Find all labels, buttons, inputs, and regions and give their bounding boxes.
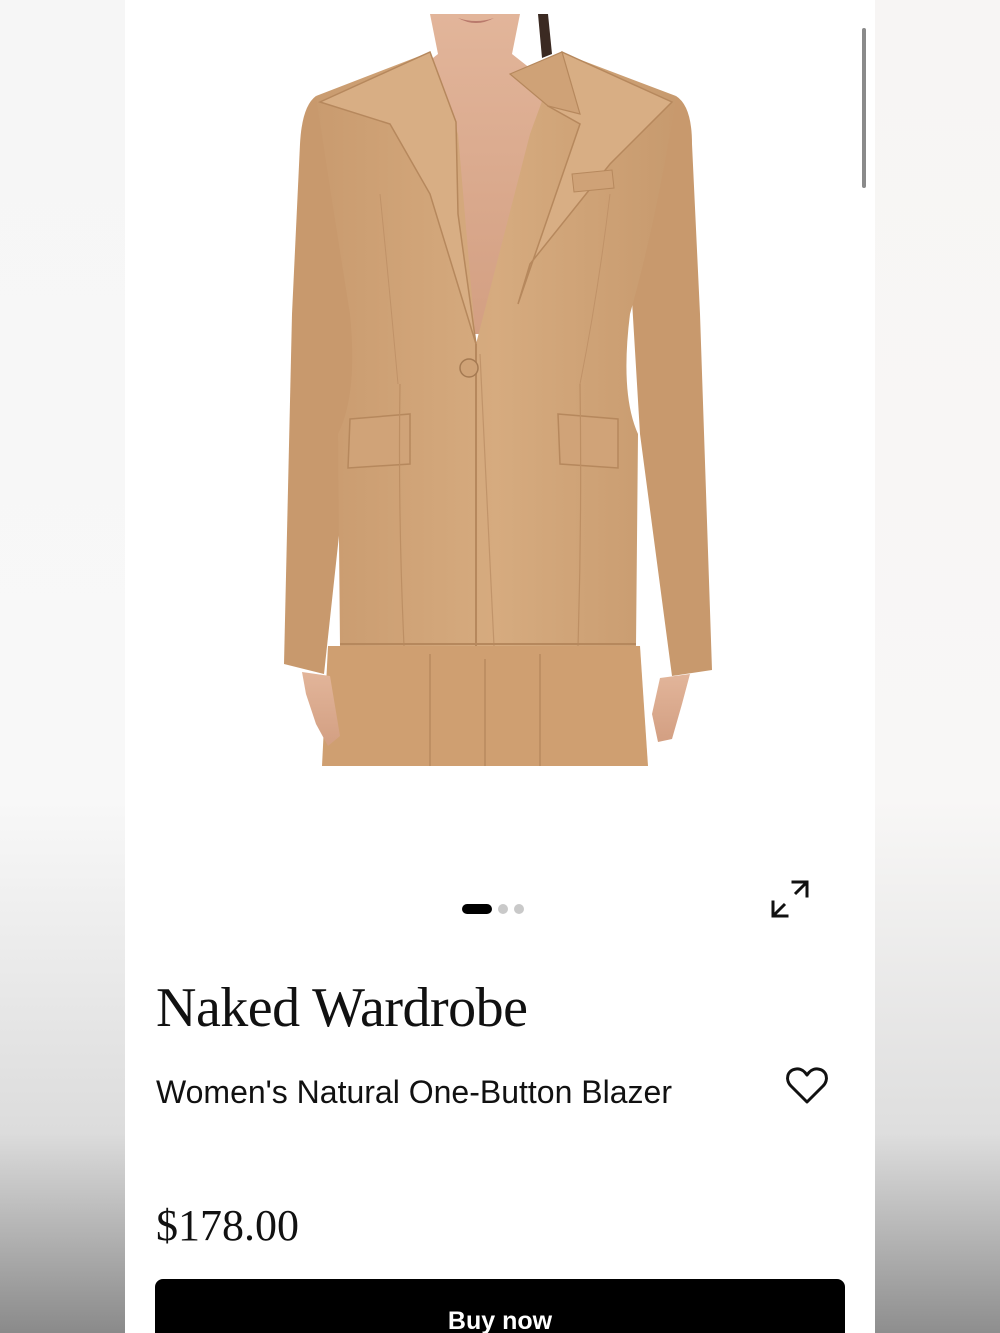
product-title: Women's Natural One-Button Blazer: [156, 1074, 672, 1110]
brand-name[interactable]: Naked Wardrobe: [156, 976, 528, 1040]
buy-now-label: Buy now: [447, 1307, 553, 1333]
carousel-dot-3[interactable]: [514, 904, 524, 914]
scrollbar[interactable]: [862, 28, 866, 188]
buy-now-button[interactable]: Buy now: [155, 1279, 845, 1333]
expand-arrows-icon[interactable]: [767, 876, 813, 922]
product-image[interactable]: [280, 14, 720, 766]
heart-outline-icon[interactable]: [785, 1064, 829, 1108]
product-price: $178.00: [156, 1201, 299, 1250]
background-right: [875, 0, 1000, 1333]
screenshot-stage: Naked Wardrobe Women's Natural One-Butto…: [0, 0, 1000, 1333]
background-left: [0, 0, 125, 1333]
product-page: Naked Wardrobe Women's Natural One-Butto…: [125, 0, 875, 1333]
carousel-dot-1[interactable]: [462, 904, 492, 914]
carousel-dot-2[interactable]: [498, 904, 508, 914]
carousel-indicator[interactable]: [462, 904, 524, 914]
